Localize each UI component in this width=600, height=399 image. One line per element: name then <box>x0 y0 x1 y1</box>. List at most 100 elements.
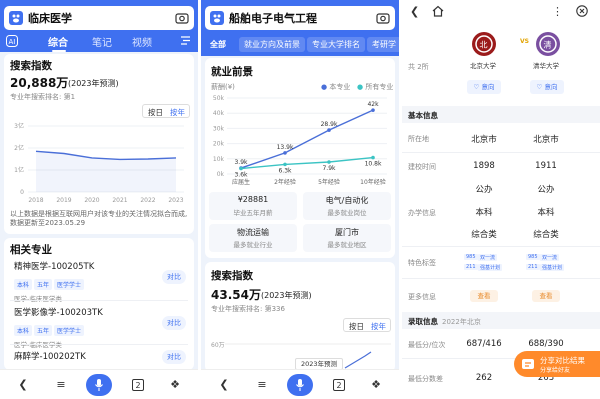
feature-tag: 双一流 <box>540 254 560 261</box>
back-icon[interactable]: ❮ <box>217 378 231 392</box>
menu-icon[interactable]: ≡ <box>255 378 269 392</box>
stat-label: 最多就业行业 <box>233 241 273 249</box>
vs-label: VS <box>520 38 529 45</box>
intent-button[interactable]: ♡ 意向 <box>530 80 564 94</box>
feature-tag: 强基计划 <box>478 264 503 271</box>
compare-button[interactable]: 对比 <box>162 316 186 330</box>
compare-header: 共 2所 北 北京大学 VS 清 清华大学 ♡ 意向 ♡ 意向 <box>402 22 600 102</box>
back-icon[interactable]: ❮ <box>16 378 30 392</box>
x-tick-label: 2019 <box>56 197 71 204</box>
voice-button[interactable] <box>287 374 313 396</box>
value-cell: 688/390 <box>528 339 564 349</box>
toggle-year[interactable]: 按年 <box>170 107 185 118</box>
stat-card[interactable]: 厦门市 最多就业地区 <box>303 224 391 252</box>
ai-icon[interactable]: AI <box>6 35 18 47</box>
tabs-count-icon[interactable]: 2 <box>333 379 345 391</box>
toggle-day[interactable]: 按日 <box>148 107 163 118</box>
data-label: 10.8k <box>365 161 382 168</box>
chip-postgrad[interactable]: 考研学 <box>367 37 399 52</box>
stat-card[interactable]: 物流运输 最多就业行业 <box>209 224 297 252</box>
stat-card[interactable]: 电气/自动化 最多就业岗位 <box>303 192 391 220</box>
paw-icon[interactable]: ❖ <box>168 378 182 392</box>
value-cell: 262 <box>475 373 493 383</box>
data-label: 7.9k <box>322 165 336 172</box>
y-tick-label: 40k <box>213 110 225 117</box>
chip-ranking[interactable]: 专业大学排名 <box>307 37 365 52</box>
voice-button[interactable] <box>86 374 112 396</box>
search-index-note: (2023年预测) <box>261 291 312 300</box>
paw-icon[interactable]: ❖ <box>369 378 383 392</box>
feature-tag: 强基计划 <box>540 264 565 271</box>
chip-all[interactable]: 全部 <box>205 37 231 52</box>
phone-major-clinical: 临床医学 AI 综合 笔记 视频 搜索指数 20,888万 (2023年预测) … <box>0 0 198 399</box>
y-tick-label: 50k <box>213 95 225 102</box>
camera-icon[interactable] <box>376 11 390 25</box>
school-logo[interactable]: 清 <box>536 32 560 56</box>
school-name[interactable]: 北京大学 <box>470 60 496 70</box>
school-logo[interactable]: 北 <box>472 32 496 56</box>
search-box[interactable]: 临床医学 <box>4 6 194 30</box>
value-cell: 公办 <box>537 185 555 195</box>
row-label: 所在地 <box>408 135 429 143</box>
data-label: 42k <box>367 101 379 108</box>
baidu-paw-icon <box>9 11 23 25</box>
menu-icon[interactable]: ≡ <box>54 378 68 392</box>
search-query[interactable]: 船舶电子电气工程 <box>229 10 317 26</box>
more-icon[interactable]: ⋮ <box>552 5 563 18</box>
view-more-button[interactable]: 查看 <box>470 290 498 302</box>
search-index-value: 20,888万 <box>10 76 69 90</box>
tag: 医学学士 <box>54 279 85 290</box>
toggle-year[interactable]: 按年 <box>371 321 386 332</box>
toggle-day[interactable]: 按日 <box>349 321 364 332</box>
home-icon[interactable] <box>432 5 444 17</box>
feature-tag: 211 <box>526 264 540 270</box>
filter-icon[interactable] <box>180 35 191 46</box>
search-index-title: 搜索指数 <box>211 270 253 282</box>
value-cell: 公办 <box>475 185 493 195</box>
school-name[interactable]: 清华大学 <box>533 60 559 70</box>
pku-seal-icon: 北 <box>475 35 493 53</box>
day-year-toggle[interactable]: 按日 按年 <box>343 318 391 332</box>
search-rank: 专业年搜索排名: 第1 <box>10 93 76 101</box>
search-box[interactable]: 船舶电子电气工程 <box>205 6 395 30</box>
y-tick-label: 0k <box>217 171 225 178</box>
header: 船舶电子电气工程 全部 就业方向及前景 专业大学排名 考研学 <box>201 0 399 56</box>
value-cell: 本科 <box>537 208 555 218</box>
row-label: 办学信息 <box>408 209 436 217</box>
tab-all[interactable]: 综合 <box>48 34 68 49</box>
tab-notes[interactable]: 笔记 <box>92 34 112 49</box>
tab-videos[interactable]: 视频 <box>132 34 152 49</box>
intent-button[interactable]: ♡ 意向 <box>467 80 501 94</box>
view-more-button[interactable]: 查看 <box>532 290 560 302</box>
share-icon <box>522 359 534 369</box>
compare-button[interactable]: 对比 <box>162 270 186 284</box>
baidu-paw-icon <box>210 11 224 25</box>
tabs-count-icon[interactable]: 2 <box>132 379 144 391</box>
share-compare-button[interactable]: 分享对比结果 分享给好友 <box>514 351 600 377</box>
data-point <box>239 166 243 171</box>
data-point <box>327 128 331 132</box>
stat-card[interactable]: ¥28881 毕业五年月薪 <box>209 192 297 220</box>
search-query[interactable]: 临床医学 <box>28 10 72 26</box>
y-tick-label: 60万 <box>211 342 225 349</box>
search-index-title: 搜索指数 <box>10 60 52 72</box>
back-icon[interactable]: ❮ <box>410 5 419 18</box>
phone-school-compare: ❮ ⋮ 共 2所 北 北京大学 VS 清 清华大学 ♡ 意向 ♡ 意向 基本信息… <box>402 0 600 399</box>
thu-seal-icon: 清 <box>539 35 557 53</box>
search-index-chart: 0 1亿 2亿 3亿 2018 2019 2020 2021 2022 2023 <box>14 122 184 204</box>
compare-button[interactable]: 对比 <box>162 350 186 364</box>
value-cell: 北京市 <box>533 135 559 145</box>
data-point <box>327 160 331 164</box>
feature-tag: 双一流 <box>478 254 498 261</box>
close-icon[interactable] <box>576 5 588 17</box>
x-tick-label: 10年经验 <box>360 178 386 186</box>
y-tick-label: 0 <box>20 189 24 196</box>
day-year-toggle[interactable]: 按日 按年 <box>142 104 190 118</box>
series-area <box>36 151 176 192</box>
school-count: 共 2所 <box>408 63 429 71</box>
chip-employment[interactable]: 就业方向及前景 <box>239 37 305 52</box>
camera-icon[interactable] <box>175 11 189 25</box>
data-label: 28.9k <box>321 121 338 128</box>
y-tick-label: 30k <box>213 125 225 132</box>
data-label: 6.3k <box>278 167 292 174</box>
